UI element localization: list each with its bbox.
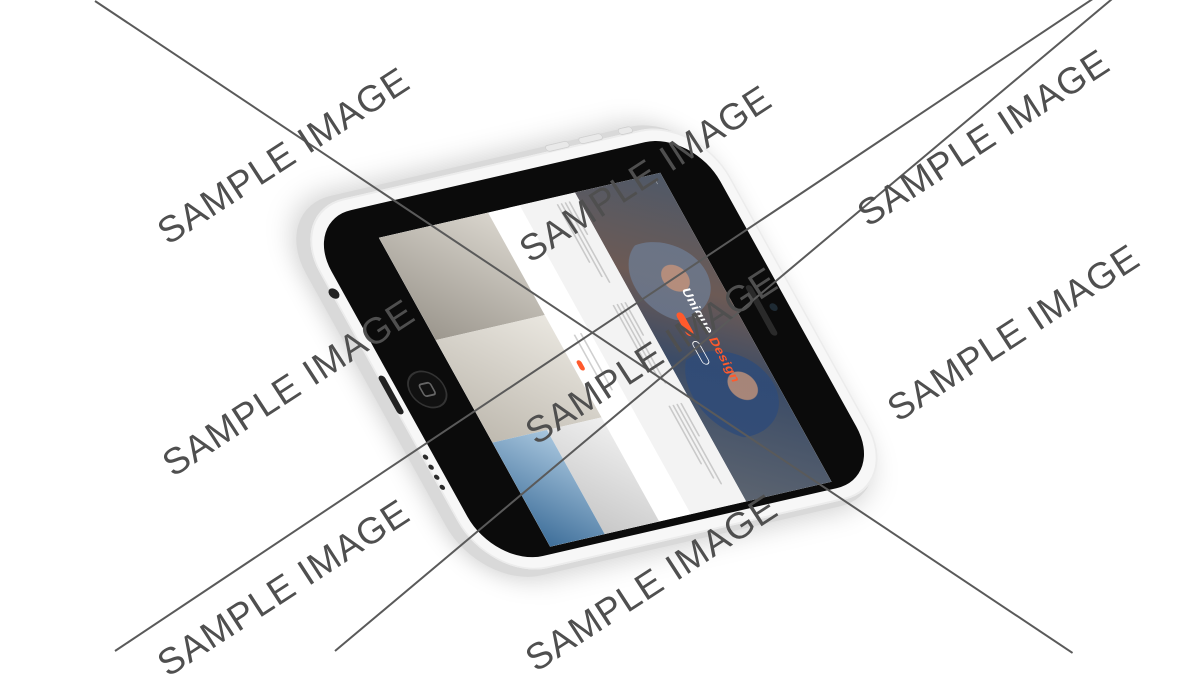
mockup-scene: ~ Unique Design SAMPLE IMAGE SAMPLE IMAG… [0,0,1200,684]
speaker-grille-dot [421,454,430,461]
speaker-grille-dot [427,464,435,471]
speaker-grille-dot [438,484,447,491]
home-button [399,366,455,412]
home-button-icon [417,381,438,398]
mute-switch [616,125,635,136]
speaker-grille-dot [432,474,441,481]
watermark-text: SAMPLE IMAGE [880,236,1147,430]
filter-tab [575,359,586,372]
watermark-text: SAMPLE IMAGE [150,491,417,685]
